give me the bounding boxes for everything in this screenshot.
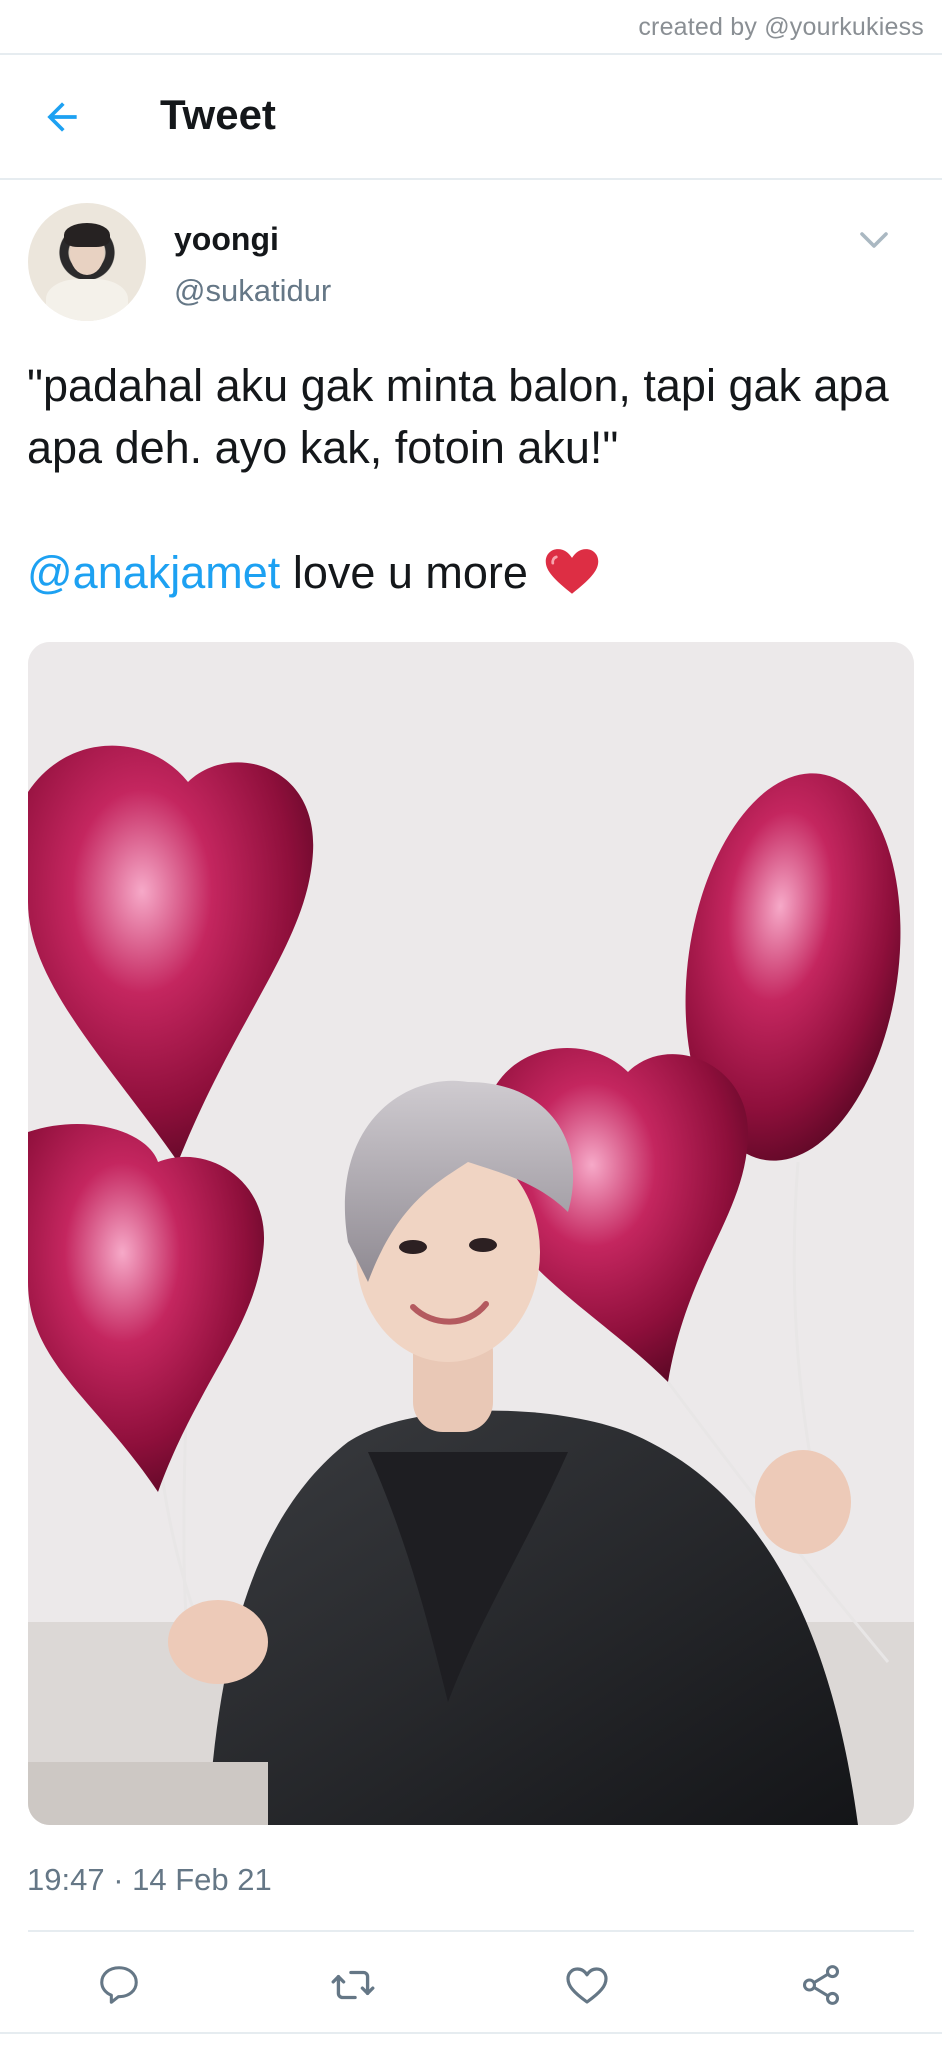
share-button[interactable] <box>794 1958 848 2012</box>
retweet-button[interactable] <box>326 1958 380 2012</box>
author-handle[interactable]: @sukatidur <box>174 273 331 309</box>
avatar-hair <box>64 223 110 247</box>
author-name[interactable]: yoongi <box>174 221 279 258</box>
more-options-button[interactable] <box>856 222 892 258</box>
reply-button[interactable] <box>92 1958 146 2012</box>
avatar-body <box>46 279 128 321</box>
photo-illustration <box>28 642 914 1825</box>
mention-trailing-text: love u more <box>280 547 528 598</box>
red-heart-emoji-icon <box>546 549 599 594</box>
mention-link[interactable]: @anakjamet <box>27 547 280 598</box>
tweet-text: "padahal aku gak minta balon, tapi gak a… <box>27 360 889 473</box>
back-button[interactable] <box>30 85 94 149</box>
bottom-divider <box>0 2032 942 2034</box>
chevron-down-icon <box>860 232 888 248</box>
retweet-icon <box>331 1970 375 2000</box>
credit-bar: created by @yourkukiess <box>0 0 942 55</box>
credit-text: created by @yourkukiess <box>638 13 924 41</box>
tweet-photo[interactable] <box>28 642 914 1825</box>
tweet-mention-line: @anakjamet love u more <box>27 542 600 604</box>
heart-icon <box>566 1967 608 2004</box>
share-icon <box>802 1965 840 2005</box>
like-button[interactable] <box>560 1958 614 2012</box>
action-bar <box>0 1932 942 2032</box>
arrow-left-icon <box>47 102 77 132</box>
page-title: Tweet <box>160 91 276 138</box>
app-header: Tweet <box>0 55 942 180</box>
reply-icon <box>100 1966 138 2004</box>
avatar[interactable] <box>28 203 146 321</box>
tweet-timestamp[interactable]: 19:47 · 14 Feb 21 <box>27 1862 272 1898</box>
